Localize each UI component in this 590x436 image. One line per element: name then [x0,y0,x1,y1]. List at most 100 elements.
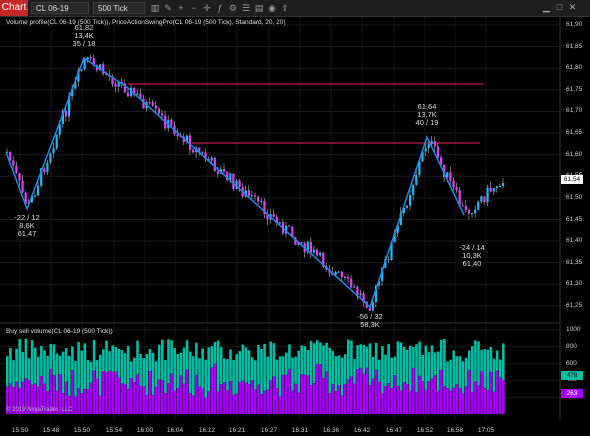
buy-volume-bar [418,341,421,376]
sell-volume-bar [467,370,471,414]
sell-volume-bar [306,375,310,414]
buy-volume-bar [46,355,49,391]
candle-body [157,108,161,114]
buy-volume-bar [362,344,366,374]
buy-volume-bar [477,341,480,386]
sell-volume-bar [185,369,189,414]
sell-volume-bar [412,367,415,414]
sell-volume-bar [446,388,449,414]
sell-volume-bar [139,385,142,414]
buy-volume-bar [480,349,483,372]
time-tick-label: 16:21 [228,427,246,434]
candle-body [46,162,49,173]
candle-body [86,57,89,60]
swing-low-annotation-1: -22 / 12 8,6K 61,47 [14,214,39,238]
buy-volume-bar [102,349,105,372]
buy-volume-bar [297,350,300,393]
buy-volume-bar [204,359,207,398]
sell-volume-bar [80,393,83,414]
sell-volume-bar [449,390,452,414]
candle-body [471,213,474,215]
sell-volume-bar [502,379,505,414]
buy-volume-bar [185,340,189,370]
time-tick-label: 16:36 [322,427,340,434]
sell-volume-bar [117,377,121,414]
candle-body [446,172,449,178]
buy-volume-bar [384,354,387,386]
sell-volume-bar [365,367,369,414]
buy-volume-bar [421,354,424,382]
sell-volume-bar [303,374,307,414]
buy-volume-bar [471,346,474,392]
volume-tick-label: 800 [566,342,577,350]
buy-volume-bar [247,350,251,385]
candle-body [492,188,495,192]
buy-volume-bar [378,359,381,382]
candle-body [272,214,275,217]
sell-volume-bar [83,388,87,414]
time-tick-label: 15:54 [105,427,123,434]
buy-volume-bar [95,360,99,379]
buy-volume-bar [139,353,142,386]
sell-volume-bar [402,382,406,414]
candle-body [9,151,12,161]
sell-volume-bar [347,379,350,414]
sell-volume-bar [418,375,421,414]
sell-volume-bar [495,370,499,414]
buy-volume-bar [192,356,195,396]
candle-body [154,105,157,109]
candle-body [477,201,480,210]
candle-body [238,180,241,187]
buy-volume-bar [461,361,465,394]
sell-volume-bar [102,371,105,414]
sell-volume-bar [452,387,455,414]
candle-body [64,110,68,117]
annotation-line: 35 / 18 [72,39,96,48]
buy-volume-bar [68,355,71,396]
buy-volume-bar [244,347,248,383]
buy-volume-bar [201,348,204,389]
sell-volume-bar [235,393,238,414]
buy-volume-bar [37,356,40,387]
sell-volume-bar [480,371,483,414]
sell-volume-bar [272,376,276,414]
buy-volume-bar [495,350,499,371]
buy-volume-bar [449,359,452,391]
buy-volume-bar [238,351,242,383]
buy-volume-bar [176,354,180,388]
buy-volume-bar [452,350,455,388]
price-tick-label: 61,40 [566,237,583,245]
buy-volume-bar [368,343,372,385]
buy-volume-bar [409,345,412,391]
price-tick-label: 61,30 [566,280,583,288]
candle-body [356,286,359,295]
buy-volume-bar [18,339,21,388]
buy-volume-bar [71,346,74,371]
candle-body [467,210,471,214]
candle-body [405,205,409,208]
candle-body [201,152,204,154]
chart-canvas[interactable] [0,0,590,436]
buy-volume-bar [130,361,133,379]
sell-volume-bar [126,389,130,414]
buy-volume-bar [278,356,282,397]
sell-volume-bar [489,371,493,414]
sell-volume-bar [350,376,353,414]
candle-body [250,195,254,197]
buy-volume-bar [6,356,9,387]
sell-volume-bar [356,369,359,414]
buy-volume-bar [232,359,235,395]
sell-volume-bar [464,386,468,414]
swing-low-annotation-3: -24 / 14 10,3K 61,40 [459,244,484,268]
buy-volume-bar [393,356,397,376]
sell-volume-bar [343,383,347,414]
candle-body [18,173,21,181]
annotation-line: 61,47 [17,229,37,238]
buy-volume-bar [157,344,161,380]
buy-volume-bar [340,357,344,396]
candle-body [347,277,350,279]
candle-body [114,84,117,87]
buy-volume-bar [235,354,238,394]
sell-volume-bar [223,382,226,414]
sell-volume-bar [120,383,124,414]
